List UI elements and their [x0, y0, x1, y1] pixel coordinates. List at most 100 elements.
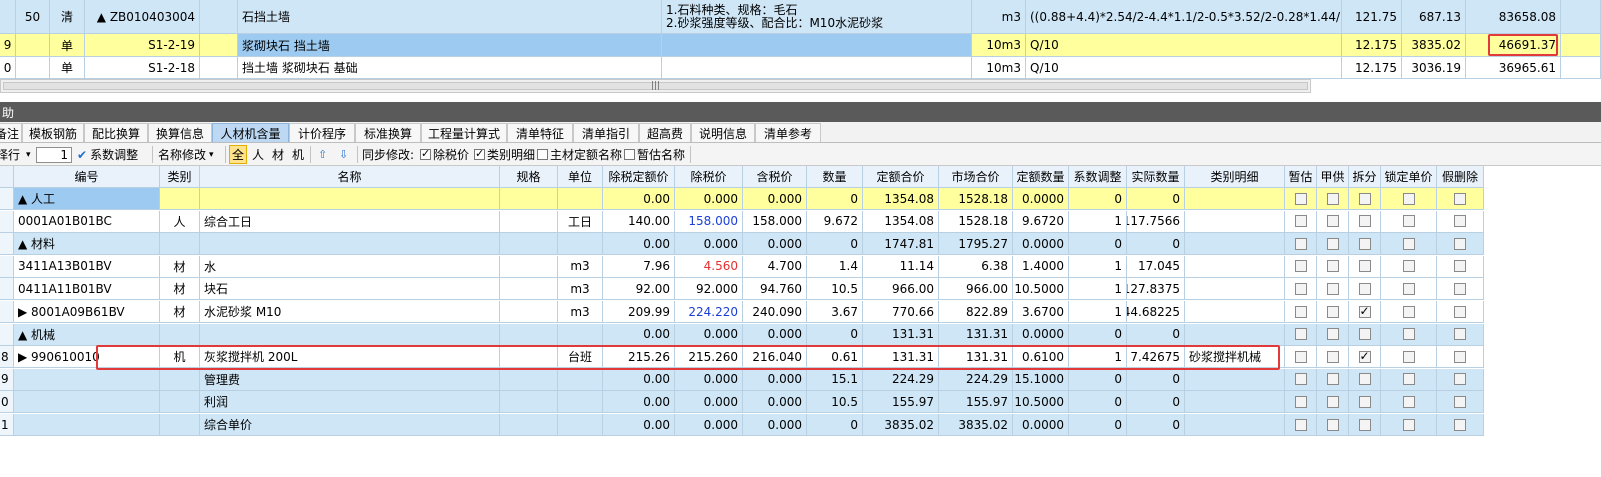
- cell-gross[interactable]: 0.000: [743, 323, 807, 346]
- checkbox[interactable]: [624, 149, 635, 160]
- checkbox[interactable]: [1294, 373, 1307, 386]
- cell-name[interactable]: 块石: [200, 278, 500, 301]
- filter-labor-button[interactable]: 人: [252, 146, 264, 163]
- cell-base_total[interactable]: 155.97: [863, 391, 939, 414]
- cell-spec[interactable]: [500, 233, 558, 256]
- grid-row[interactable]: ▶ 8001A09B61BV 材水泥砂浆 M10 m3 209.99 224.220 24…: [0, 301, 1484, 323]
- checkbox[interactable]: [1294, 237, 1307, 250]
- grid-row[interactable]: ▲ 机械 0.00 0.000 0.000 0 131.31 131.31 0.0000 0 0: [0, 323, 1484, 346]
- bill-type-cell[interactable]: 单: [50, 34, 85, 57]
- cell-code[interactable]: ▲ 材料: [14, 233, 160, 256]
- cell-base_total[interactable]: 1747.81: [863, 233, 939, 256]
- cell-base[interactable]: 7.96: [603, 255, 675, 278]
- header-8[interactable]: 数量: [807, 166, 863, 188]
- cell-base_qty[interactable]: 15.1000: [1013, 368, 1069, 391]
- cell-net[interactable]: 158.000: [675, 210, 743, 233]
- checkbox[interactable]: [1294, 192, 1307, 205]
- cell-base_qty[interactable]: 9.6720: [1013, 210, 1069, 233]
- bill-price-cell[interactable]: 687.13: [1402, 0, 1466, 34]
- checkbox[interactable]: [1358, 373, 1371, 386]
- tab-1[interactable]: 模板钢筋: [22, 123, 84, 142]
- tab-2[interactable]: 配比换算: [84, 123, 148, 142]
- checkbox[interactable]: [1358, 192, 1371, 205]
- cell-unit[interactable]: 台班: [558, 346, 603, 369]
- cell-base_qty[interactable]: 3.6700: [1013, 301, 1069, 323]
- cell-net[interactable]: 92.000: [675, 278, 743, 301]
- bill-unit-cell[interactable]: 10m3: [972, 34, 1026, 57]
- checkbox[interactable]: [1358, 328, 1371, 341]
- cell-spec[interactable]: [500, 278, 558, 301]
- name-edit-dropdown[interactable]: 名称修改 ▾: [158, 145, 214, 164]
- bill-unit-cell[interactable]: 10m3: [972, 57, 1026, 79]
- cell-gross[interactable]: 0.000: [743, 414, 807, 436]
- cell-unit[interactable]: [558, 368, 603, 391]
- checkbox[interactable]: [1402, 237, 1415, 250]
- cell-base_qty[interactable]: 10.5000: [1013, 278, 1069, 301]
- filter-all-button[interactable]: 全: [229, 145, 248, 164]
- header-12[interactable]: 系数调整: [1069, 166, 1127, 188]
- cell-coef[interactable]: 1: [1069, 210, 1127, 233]
- header-4[interactable]: 单位: [558, 166, 603, 188]
- cell-base[interactable]: 0.00: [603, 414, 675, 436]
- checkbox[interactable]: [1402, 395, 1415, 408]
- header-19[interactable]: 假删除: [1437, 166, 1484, 188]
- bill-code-cell[interactable]: S1-2-18: [85, 57, 200, 79]
- checkbox[interactable]: [1294, 418, 1307, 431]
- tab-11[interactable]: 说明信息: [691, 123, 755, 142]
- cell-coef[interactable]: 1: [1069, 278, 1127, 301]
- cell-qty[interactable]: 10.5: [807, 391, 863, 414]
- checkbox[interactable]: [1294, 260, 1307, 273]
- checkbox[interactable]: [1454, 260, 1466, 273]
- move-up-button[interactable]: ⇧: [318, 145, 327, 164]
- cell-base_total[interactable]: 1354.08: [863, 188, 939, 210]
- cell-code[interactable]: 3411A13B01BV: [14, 255, 160, 278]
- cell-base[interactable]: 0.00: [603, 323, 675, 346]
- cell-act_qty[interactable]: 0: [1127, 414, 1185, 436]
- cell-cat[interactable]: [160, 323, 200, 346]
- cell-detail[interactable]: [1185, 255, 1285, 278]
- checkbox[interactable]: [1402, 305, 1415, 318]
- cell-cat[interactable]: 材: [160, 301, 200, 323]
- header-14[interactable]: 类别明细: [1185, 166, 1285, 188]
- cell-code[interactable]: ▲ 人工: [14, 188, 160, 210]
- bill-num-cell[interactable]: 9: [0, 34, 16, 57]
- cell-name[interactable]: [200, 323, 500, 346]
- grid-row[interactable]: 0001A01B01BC 人综合工日 工日 140.00 158.000 158.000 9…: [0, 210, 1484, 233]
- tab-6[interactable]: 标准换算: [355, 123, 421, 142]
- cell-base[interactable]: 140.00: [603, 210, 675, 233]
- cell-base_qty[interactable]: 0.0000: [1013, 323, 1069, 346]
- bill-code-cell[interactable]: ▲ ZB010403004: [85, 0, 200, 34]
- cell-base[interactable]: 0.00: [603, 233, 675, 256]
- checkbox[interactable]: [1326, 215, 1339, 228]
- cell-cat[interactable]: [160, 414, 200, 436]
- sync-check-1[interactable]: 类别明细: [474, 145, 535, 164]
- checkbox[interactable]: [1326, 328, 1339, 341]
- tab-9[interactable]: 清单指引: [573, 123, 639, 142]
- header-13[interactable]: 实际数量: [1127, 166, 1185, 188]
- tab-3[interactable]: 换算信息: [148, 123, 212, 142]
- cell-cat[interactable]: [160, 391, 200, 414]
- cell-qty[interactable]: 3.67: [807, 301, 863, 323]
- tab-0[interactable]: 备注: [0, 123, 22, 142]
- checkbox[interactable]: [1402, 260, 1415, 273]
- cell-gross[interactable]: 94.760: [743, 278, 807, 301]
- cell-cat[interactable]: [160, 188, 200, 210]
- cell-name[interactable]: 水泥砂浆 M10: [200, 301, 500, 323]
- checkbox[interactable]: [1402, 328, 1415, 341]
- cell-net[interactable]: 4.560: [675, 255, 743, 278]
- checkbox[interactable]: [1358, 304, 1371, 318]
- cell-act_qty[interactable]: 0: [1127, 323, 1185, 346]
- cell-qty[interactable]: 0: [807, 414, 863, 436]
- cell-base_total[interactable]: 131.31: [863, 346, 939, 369]
- cell-unit[interactable]: [558, 391, 603, 414]
- cell-base_qty[interactable]: 0.0000: [1013, 188, 1069, 210]
- cell-net[interactable]: 0.000: [675, 368, 743, 391]
- checkbox[interactable]: [1326, 305, 1339, 318]
- cell-code[interactable]: [14, 391, 160, 414]
- cell-qty[interactable]: 15.1: [807, 368, 863, 391]
- checkbox[interactable]: [420, 147, 431, 160]
- bill-row[interactable]: 0 单 S1-2-18 挡土墙 浆砌块石 基础 10m3 Q/10 12.175 3036.1…: [0, 57, 1601, 79]
- cell-name[interactable]: 灰浆搅拌机 200L: [200, 346, 500, 369]
- cell-unit[interactable]: m3: [558, 278, 603, 301]
- cell-base[interactable]: 0.00: [603, 391, 675, 414]
